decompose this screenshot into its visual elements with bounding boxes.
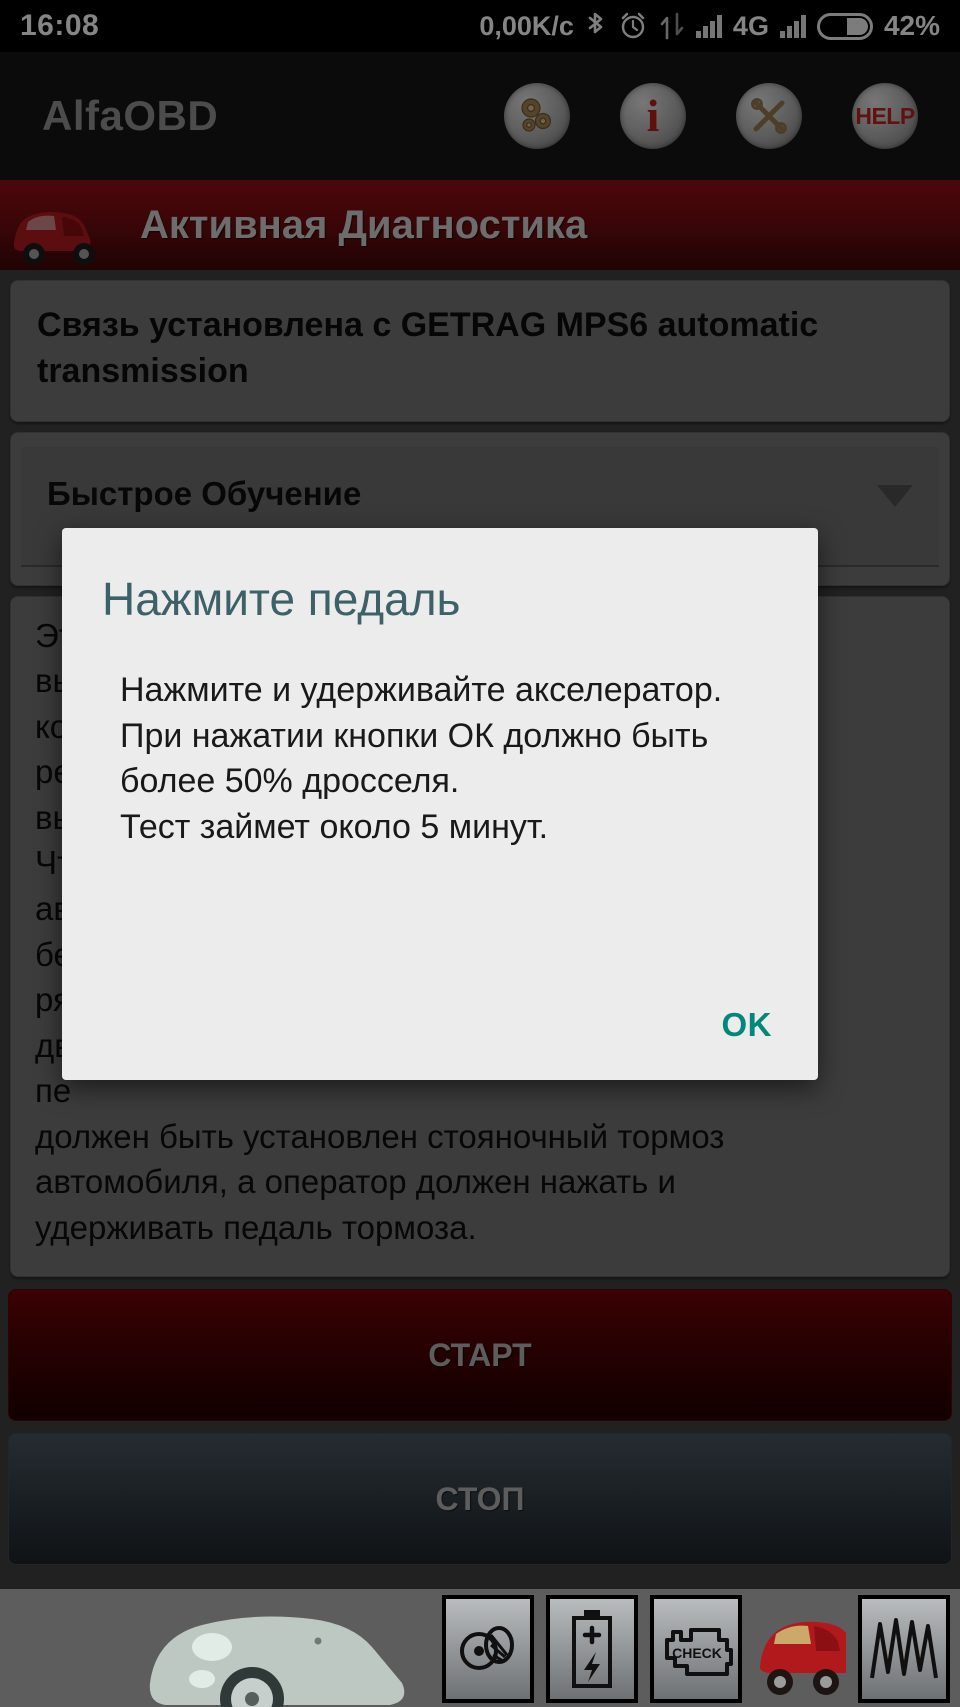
airbag-icon[interactable] — [442, 1595, 534, 1703]
banner-title: Активная Диагностика — [140, 202, 588, 247]
bottom-dock: CHECK — [0, 1589, 960, 1707]
help-label: HELP — [855, 102, 915, 129]
bluetooth-icon — [585, 11, 607, 41]
press-pedal-dialog: Нажмите педаль Нажмите и удерживайте акс… — [62, 528, 818, 1080]
check-engine-label: CHECK — [672, 1645, 722, 1661]
help-icon[interactable]: HELP — [852, 83, 918, 149]
check-engine-icon[interactable]: CHECK — [650, 1595, 742, 1703]
dialog-body-line-2: Тест займет около 5 минут. — [120, 807, 549, 846]
info-icon[interactable]: i — [620, 83, 686, 149]
white-car-icon — [149, 1616, 405, 1707]
app-title: AlfaOBD — [42, 92, 219, 139]
chevron-down-icon[interactable] — [877, 484, 913, 507]
waveform-icon[interactable] — [858, 1595, 950, 1703]
routine-description-line: должен быть установлен стояночный тормоз — [35, 1117, 725, 1155]
gears-icon[interactable] — [504, 83, 570, 149]
status-bar: 16:08 0,00K/c 4G 42% — [0, 0, 960, 52]
routine-description-line: удерживать педаль тормоза. — [35, 1208, 477, 1246]
dialog-title: Нажмите педаль — [102, 573, 461, 625]
battery-icon — [816, 12, 873, 40]
signal-bars-icon — [695, 14, 722, 38]
app-bar: AlfaOBD i HELP — [0, 52, 960, 180]
connection-status-panel: Связь установлена с GETRAG MPS6 automati… — [10, 280, 950, 422]
routine-description-line: автомобиля, а оператор должен нажать и — [35, 1163, 676, 1201]
signal-bars-icon-secondary — [779, 14, 806, 38]
dialog-body-line-1: Нажмите и удерживайте акселератор. При н… — [120, 671, 723, 801]
network-type: 4G — [732, 10, 769, 41]
dialog-body: Нажмите и удерживайте акселератор. При н… — [62, 626, 818, 850]
connection-status-text: Связь установлена с GETRAG MPS6 automati… — [37, 306, 819, 390]
tools-icon[interactable] — [736, 83, 802, 149]
status-clock: 16:08 — [20, 9, 100, 42]
app-root: 16:08 0,00K/c 4G 42% AlfaOBD i HELP Акти… — [0, 0, 960, 1707]
battery-charge-icon[interactable] — [546, 1595, 638, 1703]
routine-spinner-value: Быстрое Обучение — [47, 474, 362, 512]
info-letter: i — [646, 90, 660, 141]
start-button[interactable]: СТАРТ — [8, 1289, 952, 1422]
network-speed: 0,00K/c — [479, 10, 574, 41]
red-car-icon — [13, 212, 95, 265]
battery-percent: 42% — [883, 10, 940, 41]
alarm-clock-icon — [618, 11, 648, 41]
dock-icons: CHECK — [442, 1595, 950, 1703]
app-bar-actions: i HELP — [504, 83, 918, 149]
page-banner: Активная Диагностика — [0, 180, 960, 270]
dialog-actions: OK — [722, 1006, 773, 1044]
red-car-icon[interactable] — [754, 1595, 846, 1703]
dialog-ok-button[interactable]: OK — [722, 1006, 773, 1044]
stop-button[interactable]: СТОП — [8, 1433, 952, 1566]
data-transfer-icon — [659, 12, 685, 40]
